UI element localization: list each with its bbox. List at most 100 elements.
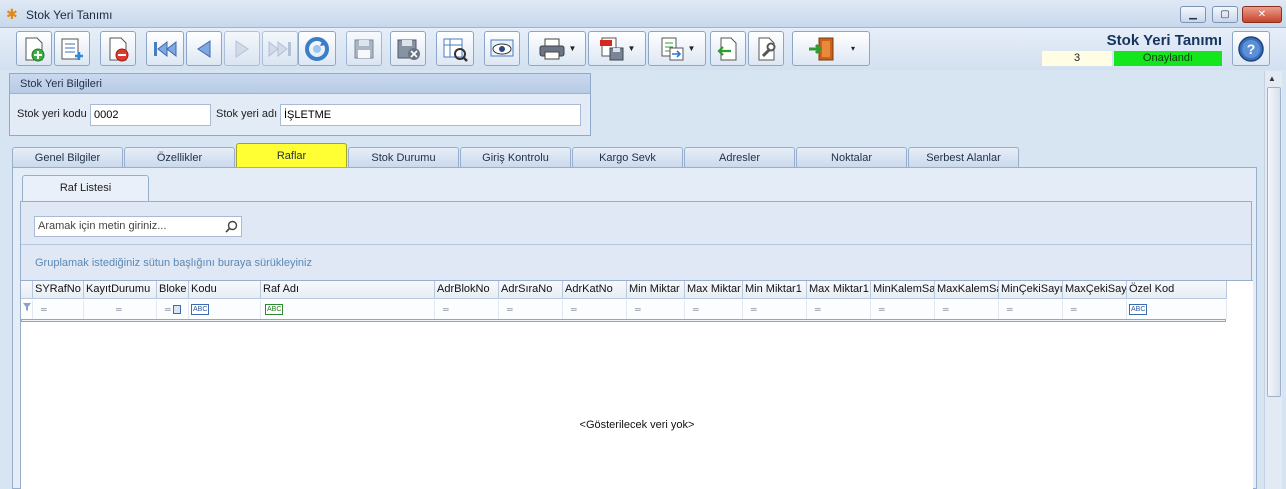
maximize-button[interactable]: ▢	[1212, 6, 1238, 23]
scroll-thumb[interactable]	[1267, 87, 1281, 397]
filter-cell[interactable]: ═	[1063, 300, 1127, 319]
group-by-hint: Gruplamak istediğiniz sütun başlığını bu…	[35, 257, 312, 269]
export-dropdown-icon[interactable]: ▼	[688, 44, 696, 53]
tab-ozellikler[interactable]: Özellikler	[124, 147, 235, 168]
filter-cell[interactable]: ═	[871, 300, 935, 319]
tab-raflar[interactable]: Raflar	[236, 143, 347, 168]
filter-cell[interactable]: ABC	[1127, 300, 1227, 319]
help-icon: ?	[1238, 35, 1264, 62]
filter-cell[interactable]: ═	[999, 300, 1063, 319]
column-header[interactable]: AdrKatNo	[563, 281, 627, 299]
filter-cell[interactable]: ═	[935, 300, 999, 319]
column-header[interactable]: Max Miktar	[685, 281, 743, 299]
column-header[interactable]: Raf Adı	[261, 281, 435, 299]
group-panel-divider	[21, 244, 1253, 245]
first-record-button[interactable]	[146, 31, 184, 66]
filter-cell[interactable]: ═	[157, 300, 189, 319]
tab-kargo-sevk[interactable]: Kargo Sevk	[572, 147, 683, 168]
previous-record-button[interactable]	[186, 31, 222, 66]
column-header[interactable]: MaxÇekiSayısı	[1063, 281, 1127, 299]
raflar-tab-panel: Raf Listesi Aramak için metin giriniz...…	[12, 167, 1257, 489]
help-button[interactable]: ?	[1232, 31, 1270, 66]
tab-stok-durumu[interactable]: Stok Durumu	[348, 147, 459, 168]
filter-cell[interactable]: ═	[499, 300, 563, 319]
filter-cell[interactable]: ═	[435, 300, 499, 319]
next-record-button[interactable]	[224, 31, 260, 66]
delete-button[interactable]	[100, 31, 136, 66]
column-header[interactable]: MaxKalemSayısı	[935, 281, 999, 299]
save-button[interactable]	[346, 31, 382, 66]
column-header[interactable]: MinKalemSayısı	[871, 281, 935, 299]
filter-cell[interactable]: ABC	[189, 300, 261, 319]
pdf-export-icon	[599, 37, 624, 60]
tab-adresler[interactable]: Adresler	[684, 147, 795, 168]
status-badge: Onaylandı	[1114, 51, 1222, 66]
filter-cell[interactable]: ABC	[261, 300, 435, 319]
column-header[interactable]: KayıtDurumu	[84, 281, 157, 299]
empty-grid-message: <Gösterilecek veri yok>	[579, 419, 695, 431]
filter-icon	[23, 303, 31, 311]
filter-cell[interactable]: ═	[33, 300, 84, 319]
name-field[interactable]: İŞLETME	[280, 104, 581, 126]
text-filter-icon: ABC	[265, 304, 284, 316]
print-dropdown-icon[interactable]: ▼	[569, 44, 577, 53]
close-button[interactable]: ✕	[1242, 6, 1282, 23]
new-button[interactable]	[16, 31, 52, 66]
column-header[interactable]: Max Miktar1	[807, 281, 871, 299]
next-record-icon	[235, 39, 249, 58]
last-record-button[interactable]	[262, 31, 298, 66]
column-header[interactable]: Özel Kod	[1127, 281, 1227, 299]
text-filter-icon: ABC	[1129, 304, 1148, 316]
column-header[interactable]: Kodu	[189, 281, 261, 299]
search-placeholder: Aramak için metin giriniz...	[38, 220, 167, 232]
tab-genel-bilgiler[interactable]: Genel Bilgiler	[12, 147, 123, 168]
filter-cell[interactable]: ═	[563, 300, 627, 319]
tools-button[interactable]	[748, 31, 784, 66]
delete-icon	[109, 37, 129, 61]
exit-button[interactable]: ▾	[792, 31, 870, 66]
new-list-button[interactable]	[54, 31, 90, 66]
filter-cell[interactable]: ═	[743, 300, 807, 319]
view-icon	[490, 39, 514, 56]
code-field[interactable]: 0002	[90, 104, 211, 126]
import-icon	[717, 37, 737, 60]
preview-button[interactable]	[436, 31, 474, 66]
search-input[interactable]: Aramak için metin giriniz...	[34, 216, 242, 237]
refresh-button[interactable]	[298, 31, 336, 66]
text-filter-icon: ABC	[191, 304, 210, 316]
previous-record-icon	[197, 39, 211, 58]
grid-horizontal-scrollbar[interactable]	[21, 319, 1226, 322]
tab-giris-kontrolu[interactable]: Giriş Kontrolu	[460, 147, 571, 168]
filter-cell[interactable]: ═	[685, 300, 743, 319]
tab-noktalar[interactable]: Noktalar	[796, 147, 907, 168]
pdf-dropdown-icon[interactable]: ▼	[628, 44, 636, 53]
filter-cell[interactable]: ═	[627, 300, 685, 319]
print-icon	[539, 38, 565, 59]
raf-grid: SYRafNo KayıtDurumu Bloke Kodu Raf Adı A…	[21, 280, 1253, 489]
column-header[interactable]: Min Miktar	[627, 281, 685, 299]
minimize-button[interactable]: ▁	[1180, 6, 1206, 23]
column-header[interactable]: Min Miktar1	[743, 281, 807, 299]
column-header[interactable]: Bloke	[157, 281, 189, 299]
vertical-scrollbar[interactable]: ▲	[1264, 71, 1282, 489]
column-header[interactable]: AdrBlokNo	[435, 281, 499, 299]
import-button[interactable]	[710, 31, 746, 66]
column-header[interactable]: SYRafNo	[33, 281, 84, 299]
view-button[interactable]	[484, 31, 520, 66]
export-button[interactable]: ▼	[648, 31, 706, 66]
filter-row-icon[interactable]	[21, 300, 33, 319]
print-button[interactable]: ▼	[528, 31, 586, 66]
exit-dropdown-icon[interactable]: ▾	[851, 44, 855, 53]
scroll-up-icon[interactable]: ▲	[1268, 74, 1276, 83]
column-header[interactable]: AdrSıraNo	[499, 281, 563, 299]
filter-cell[interactable]: ═	[84, 300, 157, 319]
tab-raf-listesi[interactable]: Raf Listesi	[22, 175, 149, 201]
filter-cell[interactable]: ═	[807, 300, 871, 319]
row-indicator-header	[21, 281, 33, 299]
search-icon	[225, 220, 238, 233]
new-list-icon	[61, 38, 83, 60]
pdf-export-button[interactable]: ▼	[588, 31, 646, 66]
column-header[interactable]: MinÇekiSayısı	[999, 281, 1063, 299]
tab-serbest-alanlar[interactable]: Serbest Alanlar	[908, 147, 1019, 168]
save-cancel-button[interactable]	[390, 31, 426, 66]
